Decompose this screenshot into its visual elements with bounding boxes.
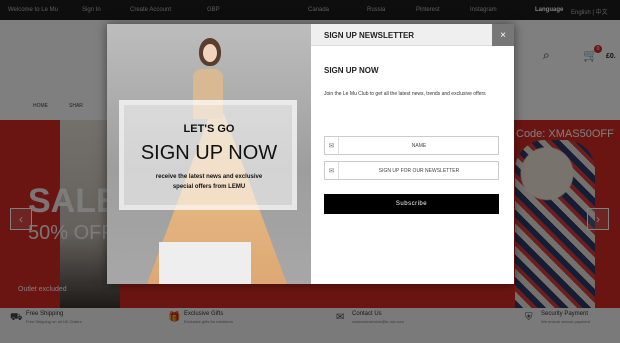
modal-header-title: SIGN UP NEWSLETTER xyxy=(324,31,415,40)
signup-description: Join the Le Mu Club to get all the lates… xyxy=(324,91,486,97)
email-input[interactable] xyxy=(340,162,498,179)
promo-subtext-line-1: receive the latest news and exclusive xyxy=(155,174,263,180)
envelope-icon: ✉ xyxy=(325,137,339,154)
signup-form-panel: SIGN UP NEWSLETTER × SIGN UP NOW Join th… xyxy=(311,24,514,284)
close-button[interactable]: × xyxy=(492,24,514,46)
name-field[interactable]: ✉ xyxy=(324,136,499,155)
envelope-icon: ✉ xyxy=(325,162,339,179)
promo-headline: SIGN UP NOW xyxy=(140,142,278,164)
email-field[interactable]: ✉ xyxy=(324,161,499,180)
newsletter-modal: LET'S GO SIGN UP NOW receive the latest … xyxy=(107,24,514,284)
promo-subtext-line-2: special offers from LEMU xyxy=(172,184,246,190)
signup-title: SIGN UP NOW xyxy=(324,66,379,75)
promo-lets-go: LET'S GO xyxy=(183,123,235,135)
girl-face-shape xyxy=(203,44,217,62)
subscribe-button[interactable]: Subscribe xyxy=(324,194,499,214)
promo-image-panel: LET'S GO SIGN UP NOW receive the latest … xyxy=(107,24,311,284)
promo-subtext: receive the latest news and exclusive sp… xyxy=(107,172,311,192)
name-input[interactable] xyxy=(340,137,498,154)
pedestal-block xyxy=(159,242,251,284)
